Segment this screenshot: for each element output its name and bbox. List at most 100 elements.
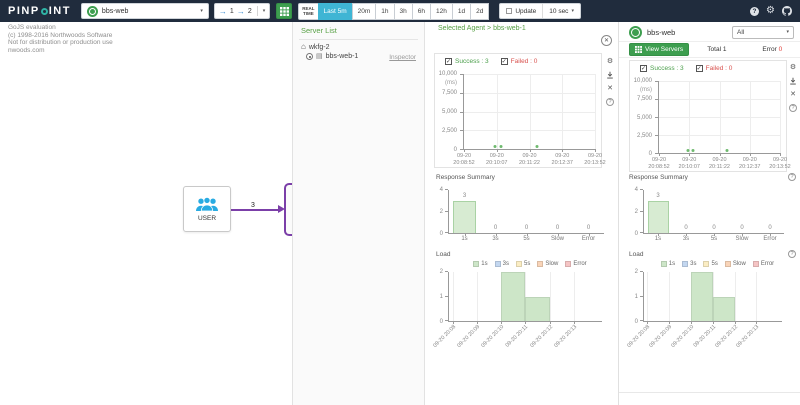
edge-count-label[interactable]: 3 (249, 202, 257, 209)
application-selector-value: bbs-web (101, 7, 129, 15)
chevron-down-icon: ▾ (200, 8, 203, 14)
app-load-chart: 1s 3s 5s Slow Error 09-20 20:08 09-20 20:09 09-… (627, 259, 792, 354)
server-list-title: Server List (301, 26, 337, 35)
depth-selector[interactable]: → 1 → 2 ▾ (213, 3, 271, 19)
grid-icon (279, 6, 289, 16)
agent-chart-tools: ⚙ ✕ ? (604, 58, 616, 106)
application-icon (86, 5, 98, 17)
app-chart-tools: ⚙ ✕ ? (787, 64, 799, 112)
help-icon[interactable]: ? (788, 173, 796, 181)
chart-help-icon[interactable]: ? (606, 98, 614, 106)
chart-settings-gear-icon[interactable]: ⚙ (790, 64, 796, 71)
time-range-1d[interactable]: 1d (451, 2, 472, 20)
outbound-arrow-icon: → (236, 6, 245, 16)
users-icon (196, 196, 218, 212)
close-icon[interactable]: ✕ (601, 35, 612, 46)
home-icon: ⌂ (301, 42, 306, 51)
load-title: Load (629, 251, 644, 258)
application-panel: bbs-web All ▾ View Servers Total 1 Error (618, 22, 800, 405)
help-icon[interactable]: ? (750, 6, 760, 16)
total-value: 1 (722, 46, 727, 53)
agent-filter-value: All (737, 28, 745, 36)
settings-gear-icon[interactable]: ⚙ (766, 6, 775, 16)
server-list-agent-row[interactable]: ▤ bbs-web-1 (306, 53, 358, 60)
interval-select[interactable]: 10 sec ▾ (542, 4, 580, 18)
user-node[interactable]: USER (183, 186, 231, 232)
failed-toggle[interactable]: ✓ Failed : 0 (695, 65, 732, 72)
success-checkbox[interactable]: ✓ (640, 65, 647, 72)
help-icon[interactable]: ? (788, 250, 796, 258)
user-node-label: USER (197, 215, 217, 222)
divider (256, 6, 258, 16)
pinpoint-target-icon (40, 7, 48, 15)
failed-checkbox[interactable]: ✓ (695, 65, 703, 72)
inbound-arrow-icon: → (218, 6, 227, 16)
server-map-grid-button[interactable] (276, 3, 293, 19)
chevron-down-icon: ▾ (571, 8, 574, 14)
error-value: 0 (778, 46, 783, 53)
response-summary-title: Response Summary (629, 174, 688, 181)
edge-user-to-app (231, 209, 280, 211)
chart-settings-gear-icon[interactable]: ⚙ (607, 58, 613, 65)
error-count: Error 0 (762, 46, 783, 53)
server-list-host-row[interactable]: ⌂ wkfg-2 (301, 43, 329, 51)
chart-help-icon[interactable]: ? (789, 104, 797, 112)
download-icon[interactable] (606, 71, 614, 79)
update-controls: Update 10 sec ▾ (499, 3, 581, 19)
agent-response-time-chart: 09-20 20:08:52 09-20 20:10:07 09-20 20:11:22 0… (438, 71, 606, 166)
download-icon[interactable] (789, 77, 797, 85)
time-range-3h[interactable]: 3h (393, 2, 413, 20)
topbar: PINP INT bbs-web ▾ → 1 → 2 ▾ REAL TIME L… (0, 0, 800, 22)
failed-toggle[interactable]: ✓ Failed : 0 (500, 58, 537, 65)
success-checkbox[interactable]: ✓ (445, 58, 452, 65)
grid-icon (635, 46, 642, 53)
agent-series-toggles: ✓ Success : 3 ✓ Failed : 0 (435, 54, 601, 69)
app-response-chart-box: ✓ Success : 3 ✓ Failed : 0 09-20 20:08:52… (629, 60, 791, 172)
application-selector[interactable]: bbs-web ▾ (80, 3, 209, 19)
agent-name: bbs-web-1 (325, 53, 359, 60)
success-toggle[interactable]: ✓ Success : 3 (640, 65, 684, 72)
time-range-6h[interactable]: 6h (411, 2, 431, 20)
application-icon (629, 25, 642, 39)
chevron-down-icon: ▾ (786, 29, 789, 35)
update-checkbox[interactable] (506, 8, 513, 14)
app-response-summary-chart: 3 1s 0 3s 0 5s 0 Slow 0 Error 0 2 4 (629, 182, 792, 246)
load-title: Load (436, 251, 451, 258)
update-toggle[interactable]: Update (500, 4, 542, 18)
chevron-down-icon[interactable]: ▾ (263, 8, 266, 14)
chart-expand-icon[interactable]: ✕ (607, 85, 613, 92)
time-range-12h[interactable]: 12h (429, 2, 453, 20)
chart-expand-icon[interactable]: ✕ (790, 91, 796, 98)
agent-radio-button[interactable] (306, 53, 313, 60)
topbar-icons: ? ⚙ (750, 6, 792, 16)
server-map-canvas[interactable]: GoJS evaluation (c) 1998-2016 Northwoods… (0, 22, 294, 405)
agent-filter-select[interactable]: All ▾ (732, 25, 794, 39)
pinpoint-app: PINP INT bbs-web ▾ → 1 → 2 ▾ REAL TIME L… (0, 0, 800, 405)
agent-response-chart-box: ✓ Success : 3 ✓ Failed : 0 09-20 20:08:52… (434, 53, 606, 168)
time-range-20m[interactable]: 20m (351, 2, 377, 20)
failed-checkbox[interactable]: ✓ (500, 58, 508, 65)
application-name: bbs-web (647, 27, 676, 37)
time-range-2d[interactable]: 2d (470, 2, 490, 20)
inbound-depth-value: 1 (229, 7, 234, 15)
app-response-time-chart: 09-20 20:08:52 09-20 20:10:07 09-20 20:11:22 0… (633, 78, 791, 170)
time-range-last5m[interactable]: Last 5m (317, 2, 353, 20)
server-list-panel: Server List ⌂ wkfg-2 ▤ bbs-web-1 Inspect… (292, 22, 425, 405)
logo-text-left: PINP (8, 5, 40, 17)
interval-value: 10 sec (549, 7, 569, 15)
divider (619, 392, 800, 393)
view-servers-button[interactable]: View Servers (629, 43, 690, 56)
agent-response-summary-chart: 3 1s 0 3s 0 5s 0 Slow 0 Error 0 2 4 (434, 182, 612, 246)
host-name: wkfg-2 (308, 43, 330, 51)
inspector-link[interactable]: Inspector (389, 54, 416, 61)
gojs-watermark: GoJS evaluation (c) 1998-2016 Northwoods… (8, 24, 113, 54)
application-summary-row: View Servers Total 1 Error 0 (619, 41, 800, 58)
realtime-button[interactable]: REAL TIME (298, 2, 319, 20)
github-icon[interactable] (782, 6, 792, 16)
main-content: GoJS evaluation (c) 1998-2016 Northwoods… (0, 22, 800, 405)
success-toggle[interactable]: ✓ Success : 3 (445, 58, 489, 65)
selected-agent-title: Selected Agent > bbs-web-1 (438, 25, 526, 32)
time-range-1h[interactable]: 1h (375, 2, 395, 20)
response-summary-title: Response Summary (436, 174, 495, 181)
server-icon: ▤ (316, 53, 323, 60)
